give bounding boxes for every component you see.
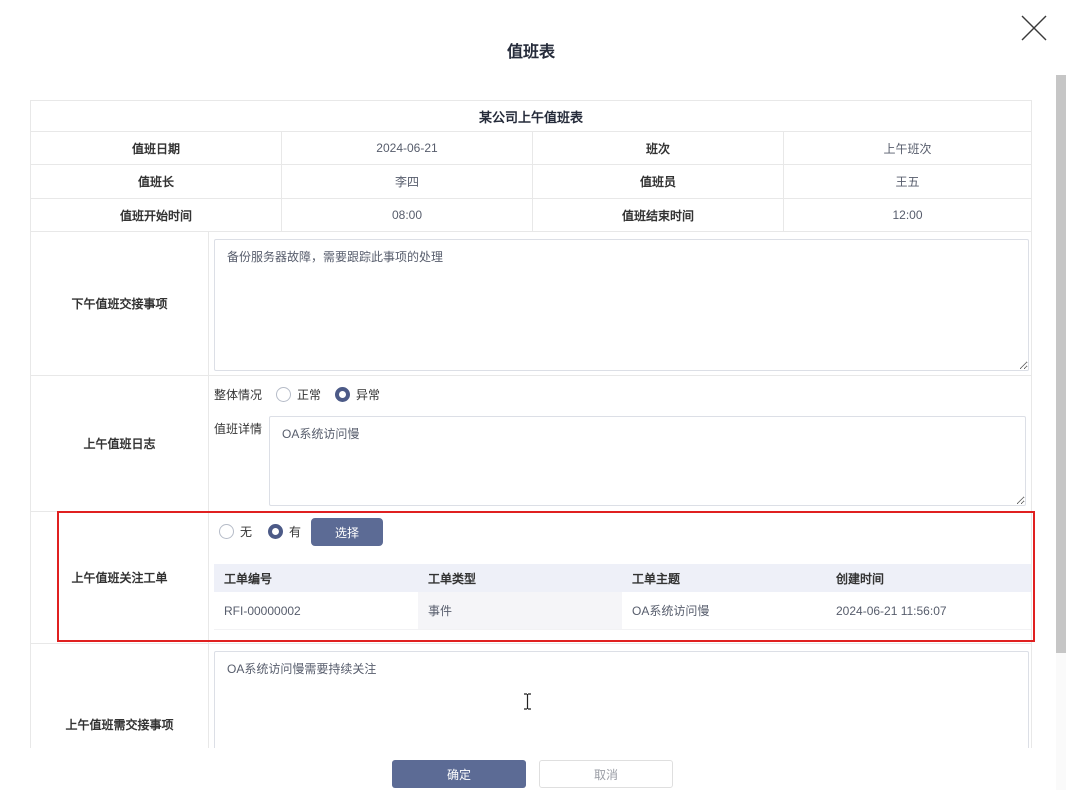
- morning-log-row: 上午值班日志 整体情况 正常 异常 值班详情 OA系统访问慢: [31, 376, 1031, 512]
- duty-member-label: 值班员: [533, 165, 784, 198]
- radio-abnormal-label: 异常: [356, 386, 380, 403]
- duty-member-value: 王五: [784, 165, 1031, 198]
- radio-have-label: 有: [289, 523, 301, 540]
- radio-none[interactable]: 无: [219, 523, 252, 540]
- shift-value: 上午班次: [784, 132, 1031, 164]
- morning-handover-textarea[interactable]: OA系统访问慢需要持续关注: [214, 651, 1029, 748]
- morning-handover-row: 上午值班需交接事项 OA系统访问慢需要持续关注: [31, 644, 1031, 748]
- morning-log-label: 上午值班日志: [31, 376, 209, 511]
- page-title: 值班表: [0, 38, 1062, 62]
- ticket-table-row: RFI-00000002 事件 OA系统访问慢 2024-06-21 11:56…: [214, 592, 1031, 630]
- radio-abnormal[interactable]: 异常: [335, 386, 380, 403]
- focus-tickets-row: 上午值班关注工单 无 有 选择 工单编号 工单类型 工单主题 创建时间: [31, 512, 1031, 644]
- confirm-button[interactable]: 确定: [392, 760, 526, 788]
- table-row: 值班开始时间 08:00 值班结束时间 12:00: [31, 199, 1031, 232]
- end-time-label: 值班结束时间: [533, 199, 784, 231]
- duty-detail-label: 值班详情: [214, 420, 262, 437]
- shift-label: 班次: [533, 132, 784, 164]
- morning-handover-label: 上午值班需交接事项: [31, 644, 209, 748]
- duty-schedule-table: 某公司上午值班表 值班日期 2024-06-21 班次 上午班次 值班长 李四 …: [30, 100, 1032, 748]
- ticket-created-header: 创建时间: [826, 570, 1030, 587]
- ticket-id-header: 工单编号: [214, 570, 418, 587]
- radio-normal-label: 正常: [297, 386, 321, 403]
- afternoon-handover-label: 下午值班交接事项: [31, 232, 209, 375]
- radio-none-label: 无: [240, 523, 252, 540]
- ticket-table: 工单编号 工单类型 工单主题 创建时间 RFI-00000002 事件 OA系统…: [214, 564, 1031, 630]
- ticket-type-header: 工单类型: [418, 570, 622, 587]
- dialog-footer: 确定 取消: [0, 760, 1065, 788]
- cancel-button[interactable]: 取消: [539, 760, 673, 788]
- scrollbar-thumb[interactable]: [1056, 75, 1066, 653]
- ticket-type-cell: 事件: [418, 592, 622, 629]
- radio-normal[interactable]: 正常: [276, 386, 321, 403]
- duty-detail-textarea[interactable]: OA系统访问慢: [269, 416, 1026, 506]
- afternoon-handover-row: 下午值班交接事项 备份服务器故障，需要跟踪此事项的处理: [31, 232, 1031, 376]
- close-button[interactable]: [1012, 6, 1056, 50]
- ticket-subject-header: 工单主题: [622, 570, 826, 587]
- table-title: 某公司上午值班表: [31, 101, 1031, 132]
- radio-none-icon: [219, 524, 234, 539]
- duty-leader-value: 李四: [282, 165, 533, 198]
- table-row: 值班长 李四 值班员 王五: [31, 165, 1031, 199]
- radio-have[interactable]: 有: [268, 523, 301, 540]
- duty-leader-label: 值班长: [31, 165, 282, 198]
- radio-normal-icon: [276, 387, 291, 402]
- scrollbar-track[interactable]: [1056, 75, 1066, 790]
- duty-date-label: 值班日期: [31, 132, 282, 164]
- ticket-created-cell: 2024-06-21 11:56:07: [826, 604, 1030, 618]
- focus-tickets-label: 上午值班关注工单: [31, 512, 209, 643]
- radio-have-icon: [268, 524, 283, 539]
- start-time-value: 08:00: [282, 199, 533, 231]
- radio-abnormal-icon: [335, 387, 350, 402]
- ticket-subject-cell: OA系统访问慢: [622, 602, 826, 619]
- select-ticket-button[interactable]: 选择: [311, 518, 383, 546]
- ticket-table-header: 工单编号 工单类型 工单主题 创建时间: [214, 564, 1031, 592]
- ticket-id-cell: RFI-00000002: [214, 604, 418, 618]
- close-icon: [1014, 8, 1054, 48]
- start-time-label: 值班开始时间: [31, 199, 282, 231]
- afternoon-handover-textarea[interactable]: 备份服务器故障，需要跟踪此事项的处理: [214, 239, 1029, 371]
- duty-date-value: 2024-06-21: [282, 132, 533, 164]
- end-time-value: 12:00: [784, 199, 1031, 231]
- table-row: 值班日期 2024-06-21 班次 上午班次: [31, 132, 1031, 165]
- overall-status-label: 整体情况: [214, 386, 262, 403]
